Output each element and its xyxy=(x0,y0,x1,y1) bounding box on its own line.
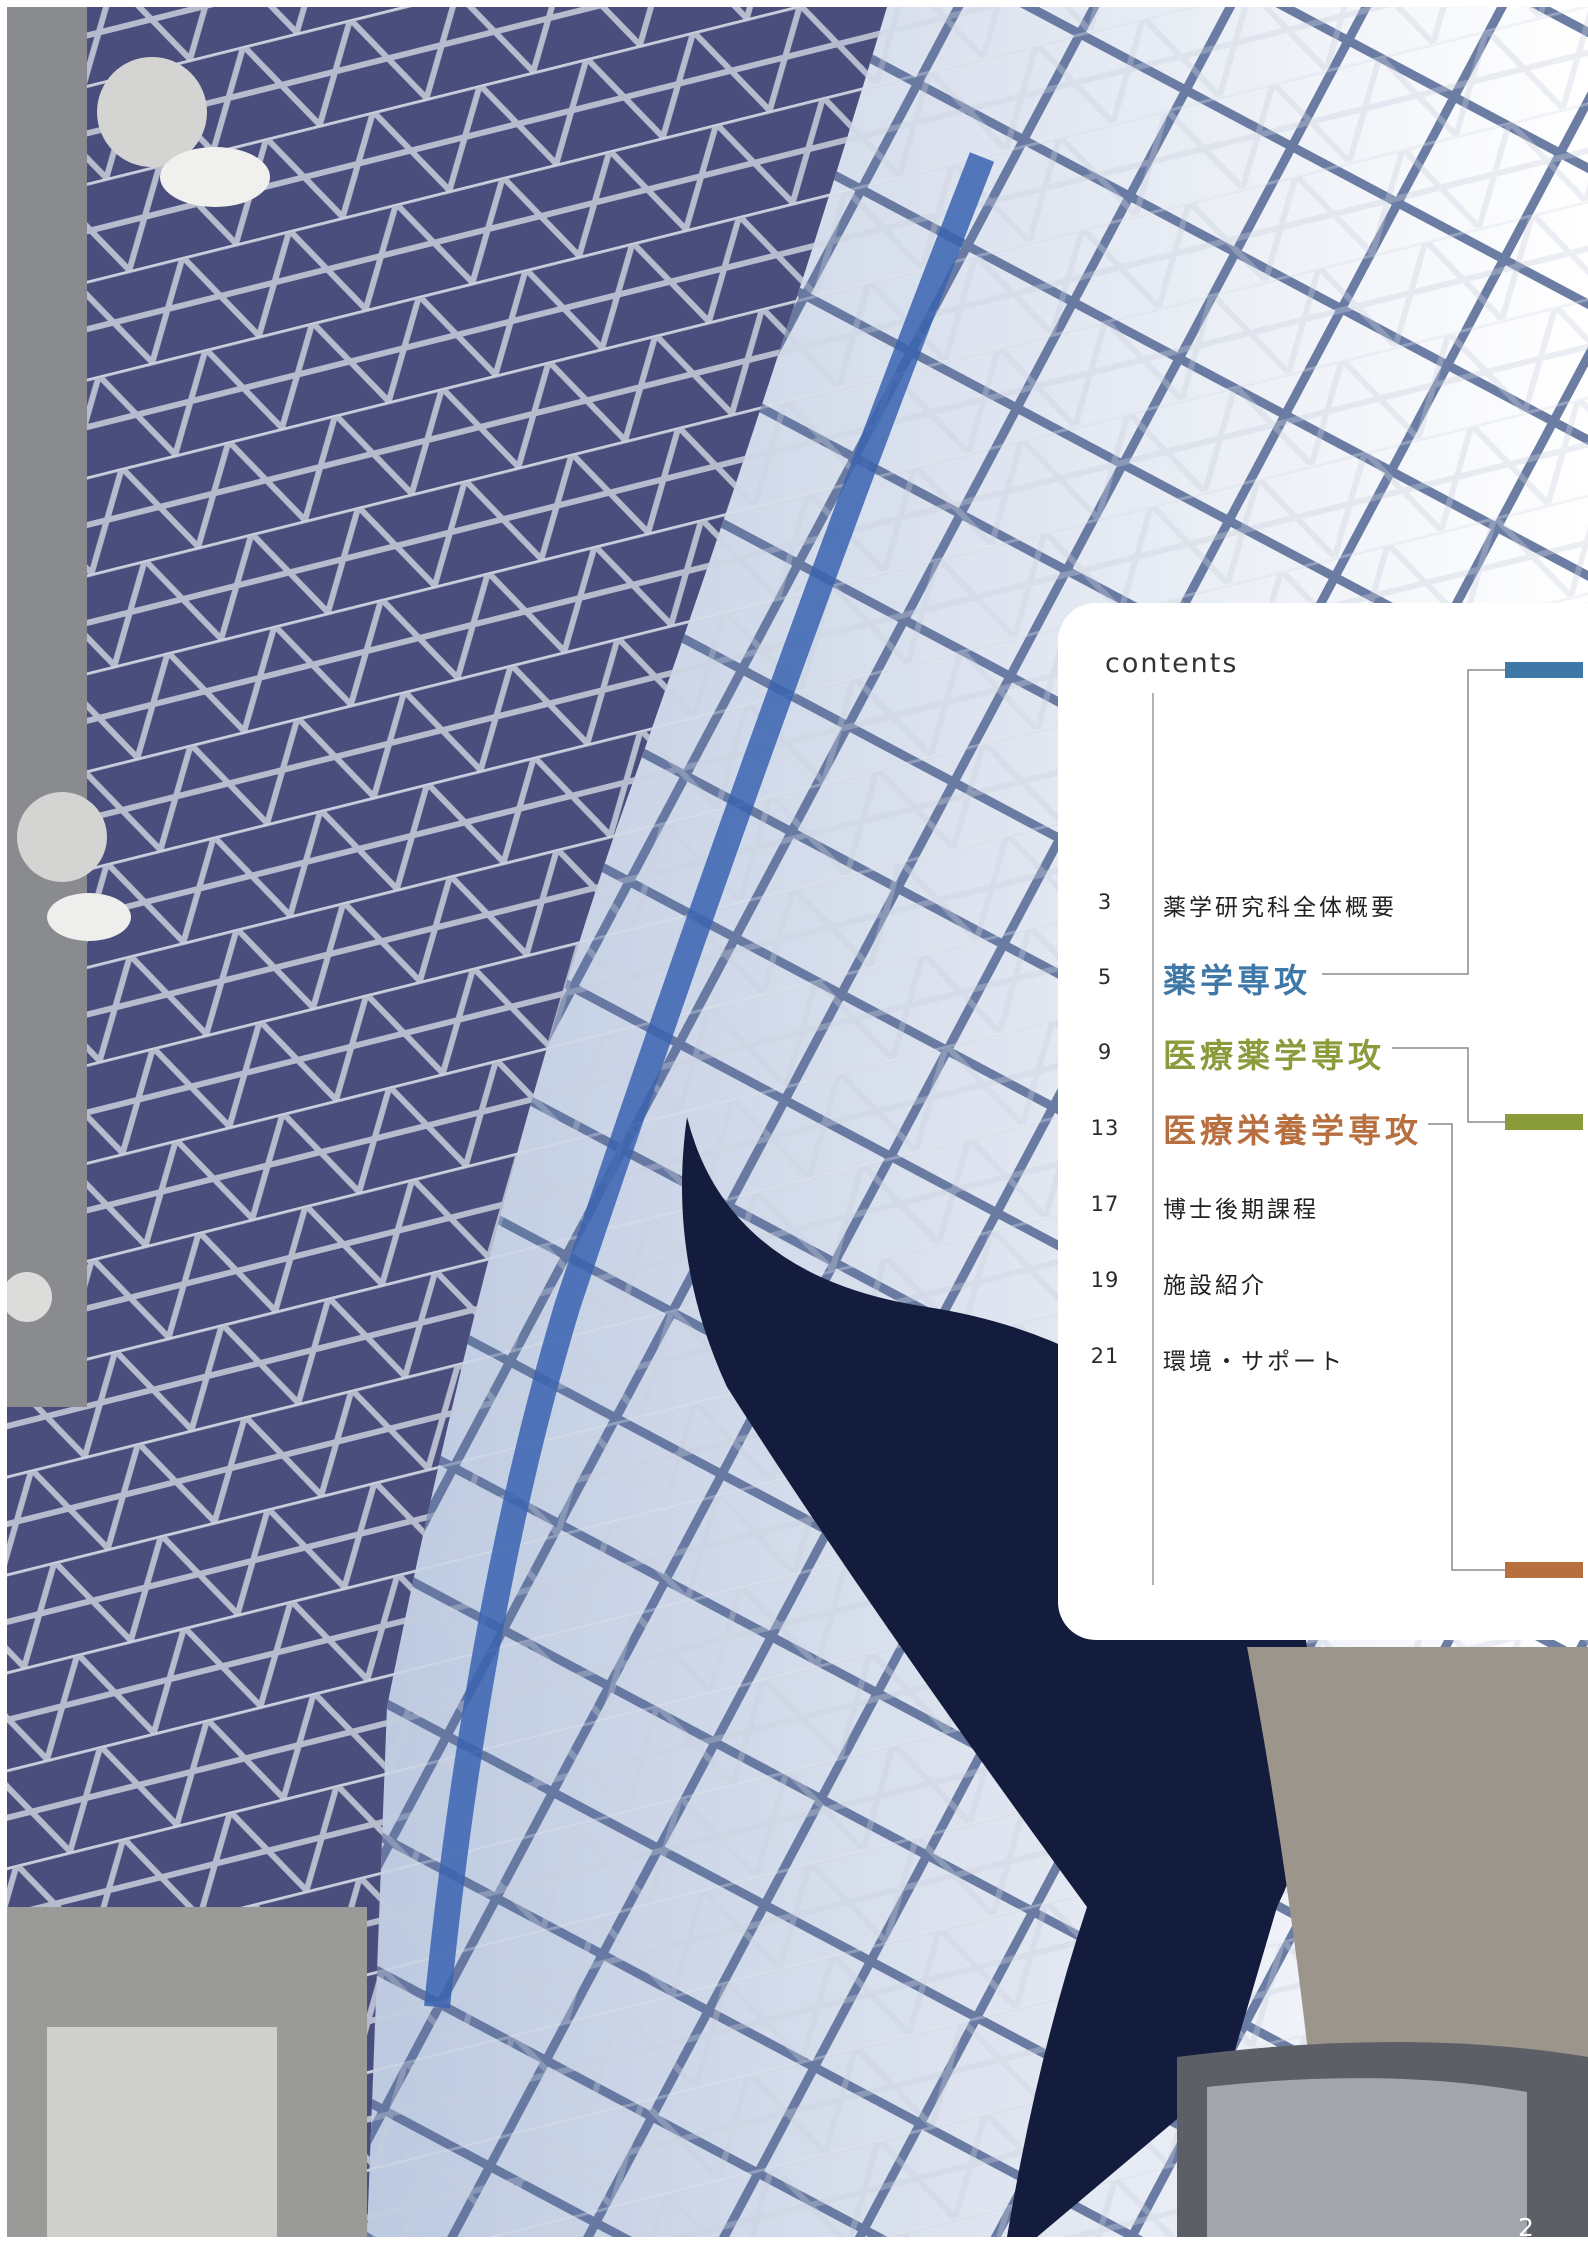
toc-page-number: 21 xyxy=(1090,1344,1120,1368)
color-tab-green xyxy=(1505,1114,1583,1130)
toc-page-number: 5 xyxy=(1097,965,1113,989)
connector-line-1 xyxy=(1322,669,1505,975)
toc-page-number: 3 xyxy=(1097,890,1113,914)
toc-page-number: 19 xyxy=(1090,1268,1120,1292)
color-tab-orange xyxy=(1505,1562,1583,1578)
toc-page-number: 13 xyxy=(1090,1116,1120,1140)
toc-page-number: 9 xyxy=(1097,1040,1113,1064)
color-tab-blue xyxy=(1505,662,1583,678)
contents-title: contents xyxy=(1105,648,1239,679)
connector-line-3 xyxy=(1428,1123,1505,1571)
toc-item-doctoral-course[interactable]: 博士後期課程 xyxy=(1163,1190,1319,1224)
toc-item-environment-support[interactable]: 環境・サポート xyxy=(1163,1342,1345,1376)
page-number: 2 xyxy=(1518,2213,1534,2242)
toc-item-pharmacy[interactable]: 薬学専攻 xyxy=(1163,954,1311,1002)
toc-item-clinical-nutrition[interactable]: 医療栄養学専攻 xyxy=(1163,1104,1422,1152)
toc-item-overview[interactable]: 薬学研究科全体概要 xyxy=(1163,888,1397,922)
toc-page-number: 17 xyxy=(1090,1192,1120,1216)
toc-item-clinical-pharmacy[interactable]: 医療薬学専攻 xyxy=(1163,1029,1385,1077)
toc-item-facilities[interactable]: 施設紹介 xyxy=(1163,1266,1267,1300)
